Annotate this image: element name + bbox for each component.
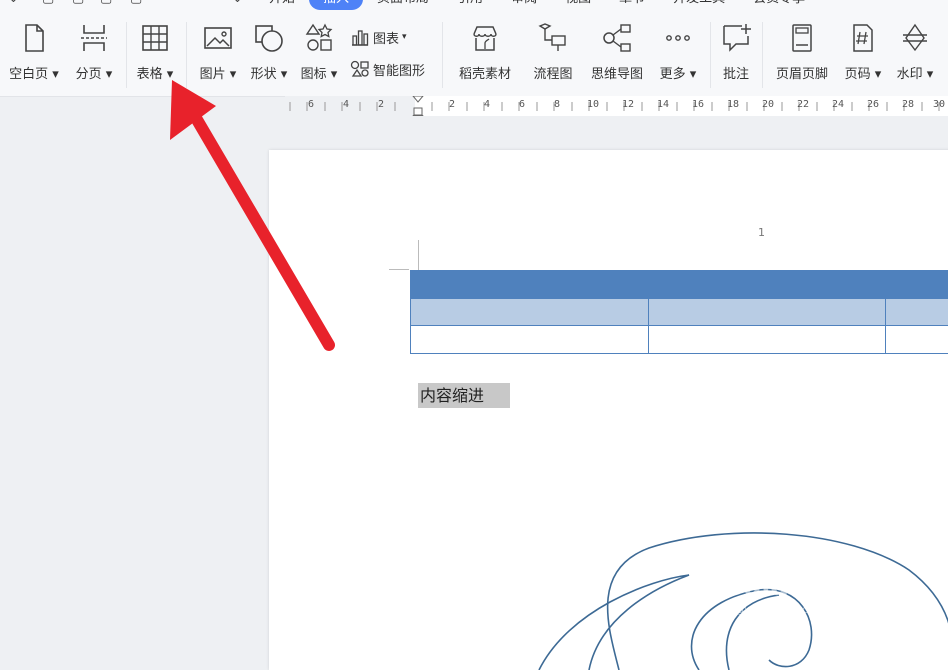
comment-add-icon [720, 22, 752, 54]
tab-member[interactable]: 会员专享 [739, 0, 819, 10]
ruler-label: 28 [902, 99, 914, 110]
quick-access-menu-icon[interactable]: ⌄ [8, 0, 19, 6]
tab-insert[interactable]: 插入 [309, 0, 363, 10]
smart-art-icon [350, 60, 370, 78]
header-footer-icon [786, 22, 818, 54]
store-icon [469, 22, 501, 54]
ribbon-divider [126, 22, 127, 88]
tab-page-layout[interactable]: 页面布局 [363, 0, 443, 10]
smart-art-button[interactable]: 智能图形 [350, 59, 425, 79]
mind-map-button[interactable]: 思维导图 [584, 16, 650, 90]
docer-material-button[interactable]: 稻壳素材 [450, 16, 520, 90]
mind-map-icon [601, 22, 633, 54]
table-cell[interactable] [411, 271, 948, 299]
table-cell[interactable] [886, 299, 948, 326]
icon-button[interactable]: 图标 ▾ [296, 16, 342, 90]
ruler-label: 2 [378, 99, 384, 110]
tab-section[interactable]: 章节 [605, 0, 659, 10]
ruler-label: 18 [727, 99, 739, 110]
horizontal-ruler[interactable]: 6 4 2 2 4 6 8 10 12 14 16 18 20 22 24 26… [285, 96, 948, 116]
ruler-label: 24 [832, 99, 844, 110]
baidu-jingyan-watermark: Baidu 经验 jingyan.baidu.com [724, 566, 868, 616]
picture-button[interactable]: 图片 ▾ [192, 16, 244, 90]
table-row [411, 299, 948, 326]
ruler-label: 4 [484, 99, 490, 110]
tab-view[interactable]: 视图 [551, 0, 605, 10]
picture-icon [202, 22, 234, 54]
insert-ribbon: 空白页 ▾ 分页 ▾ 表格 ▾ 图片 ▾ 形状 ▾ 图标 ▾ 图表▾ 智能图形 … [0, 10, 948, 97]
title-tab-strip: ⌄ ▢ ▢ ▢ ▢ ↶ ↷ ⌄ 开始 插入 页面布局 引用 审阅 视图 章节 开… [0, 0, 948, 10]
ruler-label: 22 [797, 99, 809, 110]
watermark-url: jingyan.baidu.com [724, 603, 868, 616]
icon-library-icon [303, 22, 335, 54]
ribbon-divider [186, 22, 187, 88]
more-button[interactable]: 更多 ▾ [652, 16, 704, 90]
redo-icon[interactable]: ↷ [198, 0, 209, 6]
watermark-button[interactable]: 水印 ▾ [890, 16, 940, 90]
ribbon-tabs: 开始 插入 页面布局 引用 审阅 视图 章节 开发工具 会员专享 [255, 0, 819, 10]
shape-button[interactable]: 形状 ▾ [244, 16, 294, 90]
ruler-label: 4 [343, 99, 349, 110]
table-cell[interactable] [886, 326, 948, 354]
watermark-brand: Baidu 经验 [724, 566, 868, 603]
shape-icon [253, 22, 285, 54]
chart-button[interactable]: 图表▾ [350, 27, 407, 47]
table-cell[interactable] [411, 326, 649, 354]
table-row [411, 271, 948, 299]
ruler-label: 16 [692, 99, 704, 110]
header-page-number: 1 [758, 226, 765, 239]
bar-chart-icon [350, 28, 370, 46]
ruler-label: 6 [308, 99, 314, 110]
blank-page-button[interactable]: 空白页 ▾ [4, 16, 64, 90]
watermark-icon [899, 22, 931, 54]
ribbon-divider [710, 22, 711, 88]
ruler-label: 14 [657, 99, 669, 110]
table-button[interactable]: 表格 ▾ [130, 16, 180, 90]
quick-access-dropdown-icon[interactable]: ⌄ [232, 0, 243, 6]
tab-home[interactable]: 开始 [255, 0, 309, 10]
flowchart-button[interactable]: 流程图 [526, 16, 580, 90]
table-cell[interactable] [649, 299, 886, 326]
selected-text[interactable]: 内容缩进 [418, 383, 510, 408]
print-preview-icon[interactable]: ▢ [130, 0, 142, 6]
print-icon[interactable]: ▢ [100, 0, 112, 6]
ribbon-divider [442, 22, 443, 88]
ruler-label: 26 [867, 99, 879, 110]
ruler-label: 30 [933, 99, 945, 110]
table-grid-icon [139, 22, 171, 54]
flowchart-icon [537, 22, 569, 54]
more-dots-icon [662, 22, 694, 54]
page-number-icon [847, 22, 879, 54]
ruler-label: 20 [762, 99, 774, 110]
output-pdf-icon[interactable]: ▢ [72, 0, 84, 6]
page-number-button[interactable]: 页码 ▾ [838, 16, 888, 90]
ruler-label: 10 [587, 99, 599, 110]
ruler-label: 12 [622, 99, 634, 110]
comment-button[interactable]: 批注 [714, 16, 758, 90]
page-break-button[interactable]: 分页 ▾ [66, 16, 122, 90]
table-cell[interactable] [411, 299, 649, 326]
page-break-icon [78, 22, 110, 54]
table-cell[interactable] [649, 326, 886, 354]
tab-references[interactable]: 引用 [443, 0, 497, 10]
header-footer-button[interactable]: 页眉页脚 [768, 16, 836, 90]
margin-corner-mark [418, 240, 419, 270]
document-table[interactable] [410, 270, 948, 354]
ruler-ticks [285, 96, 948, 116]
ribbon-divider [762, 22, 763, 88]
tab-review[interactable]: 审阅 [497, 0, 551, 10]
margin-corner-mark [389, 269, 409, 270]
table-row [411, 326, 948, 354]
undo-icon[interactable]: ↶ [162, 0, 173, 6]
ruler-label: 6 [519, 99, 525, 110]
save-icon[interactable]: ▢ [42, 0, 54, 6]
tab-developer[interactable]: 开发工具 [659, 0, 739, 10]
ruler-label: 2 [449, 99, 455, 110]
ruler-label: 8 [554, 99, 560, 110]
blank-page-icon [18, 22, 50, 54]
